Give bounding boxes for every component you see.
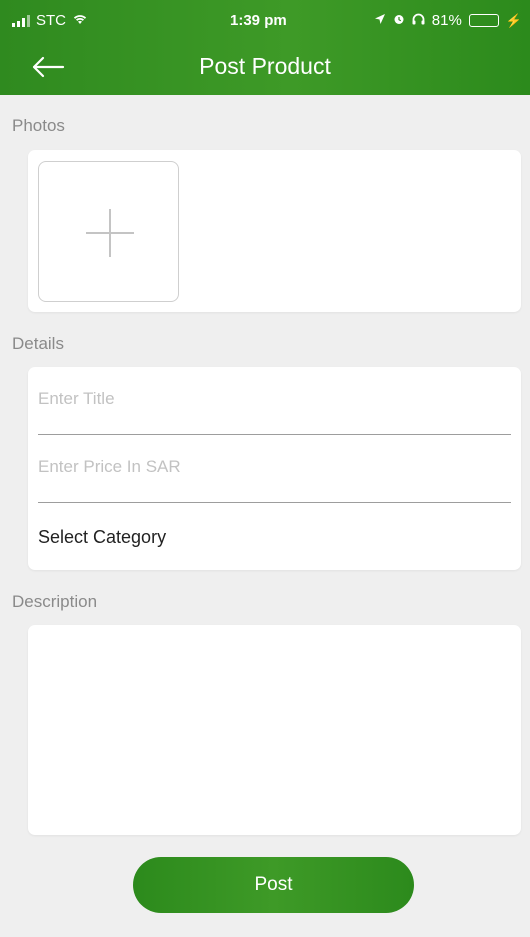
battery-percent: 81% xyxy=(431,12,462,29)
description-section-label: Description xyxy=(12,592,98,611)
price-placeholder: Enter Price In SAR xyxy=(38,457,181,476)
details-card: Enter Title Enter Price In SAR Select Ca… xyxy=(28,367,521,570)
add-photo-button[interactable] xyxy=(38,161,179,302)
headphones-icon xyxy=(412,12,425,29)
title-input[interactable]: Enter Title xyxy=(38,367,511,417)
description-textarea[interactable] xyxy=(28,625,521,835)
charging-icon: ⚡ xyxy=(505,12,522,28)
title-placeholder: Enter Title xyxy=(38,389,115,408)
page-title: Post Product xyxy=(199,53,331,79)
location-icon xyxy=(374,12,386,29)
details-section-label: Details xyxy=(12,334,64,353)
price-input[interactable]: Enter Price In SAR xyxy=(38,435,511,485)
signal-icon xyxy=(12,14,30,27)
status-bar: STC 1:39 pm 81% ⚡ xyxy=(0,0,530,40)
post-button[interactable]: Post xyxy=(133,857,414,913)
status-left: STC xyxy=(12,12,88,29)
status-right: 81% ⚡ xyxy=(374,12,522,29)
divider xyxy=(38,502,511,503)
app-header: STC 1:39 pm 81% ⚡ Post Product xyxy=(0,0,530,95)
wifi-icon xyxy=(72,12,88,29)
plus-icon xyxy=(86,209,134,257)
alarm-icon xyxy=(393,12,405,29)
carrier-label: STC xyxy=(36,12,66,29)
battery-icon xyxy=(468,14,499,27)
photos-section-label: Photos xyxy=(12,116,65,135)
status-time: 1:39 pm xyxy=(230,12,287,29)
photos-card xyxy=(28,150,521,312)
category-select[interactable]: Select Category xyxy=(38,527,166,548)
